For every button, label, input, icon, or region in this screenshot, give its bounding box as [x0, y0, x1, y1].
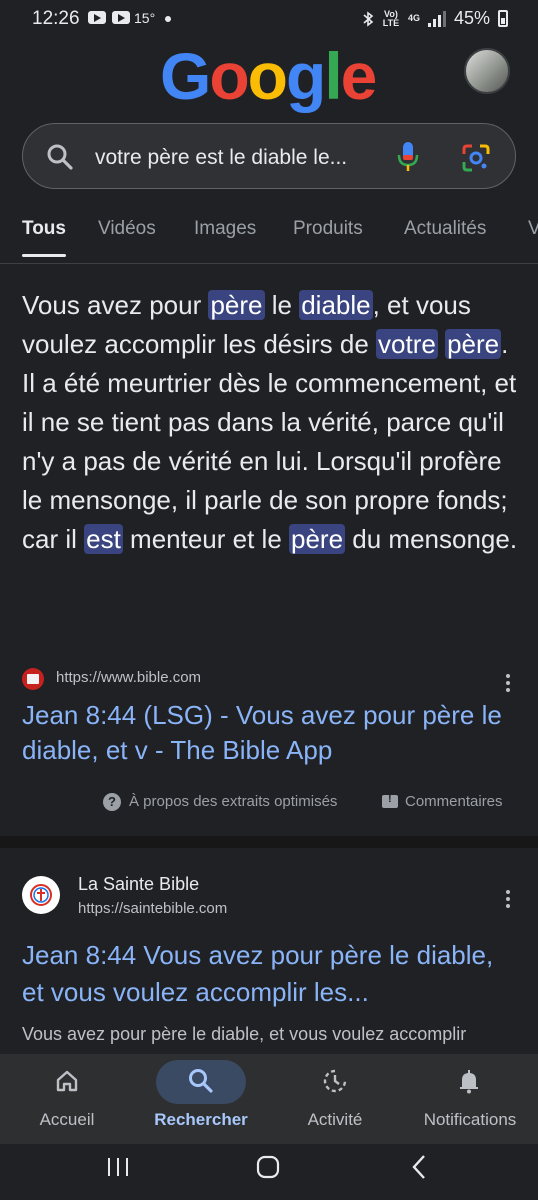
search-icon: [189, 1069, 213, 1093]
help-icon: ?: [103, 793, 121, 811]
nav-label: Activité: [307, 1110, 363, 1129]
feedback-icon: [382, 793, 398, 808]
sainte-bible-favicon: [22, 876, 60, 914]
home-button-icon[interactable]: [256, 1155, 280, 1179]
snippet-source[interactable]: https://www.bible.com: [22, 668, 522, 692]
logo-letter: l: [324, 39, 342, 113]
active-tab-indicator: [22, 254, 66, 257]
nav-accueil[interactable]: Accueil: [0, 1054, 134, 1144]
youtube-notification-icon: [88, 11, 106, 24]
nav-label: Rechercher: [154, 1110, 248, 1129]
snippet-text-segment: Vous avez pour: [22, 290, 209, 320]
snippet-text-segment: le: [264, 290, 300, 320]
highlighted-term: père: [289, 524, 346, 554]
tab-tous[interactable]: Tous: [22, 218, 66, 240]
result-url[interactable]: https://saintebible.com: [78, 900, 227, 917]
snippet-text-segment: du mensonge.: [345, 524, 518, 554]
network-type-label: 4G: [407, 13, 420, 23]
status-temperature: 15°: [134, 10, 156, 26]
signal-icon: [427, 10, 446, 27]
recent-apps-icon[interactable]: [106, 1156, 130, 1178]
logo-letter: o: [247, 39, 288, 113]
tab-videos[interactable]: Vidéos: [98, 218, 156, 240]
mic-icon[interactable]: [397, 141, 419, 173]
nav-rechercher[interactable]: Rechercher: [134, 1054, 268, 1144]
highlighted-term: père: [208, 290, 265, 320]
nav-label: Notifications: [423, 1110, 517, 1129]
nav-activite[interactable]: Activité: [268, 1054, 402, 1144]
feedback-link[interactable]: Commentaires: [405, 793, 503, 810]
notification-dot-icon: [165, 16, 171, 22]
highlighted-term: diable: [299, 290, 373, 320]
result-site-name[interactable]: La Sainte Bible: [78, 874, 199, 895]
more-options-icon[interactable]: [506, 890, 510, 908]
google-doodle-logo[interactable]: Google: [160, 39, 378, 113]
highlighted-term: votre: [376, 329, 438, 359]
bell-icon: [460, 1070, 478, 1094]
divider: [0, 263, 538, 264]
bottom-navigation: Accueil Rechercher Activité Notification…: [0, 1054, 538, 1144]
nav-notifications[interactable]: Notifications: [402, 1054, 538, 1144]
snippet-result-link[interactable]: Jean 8:44 (LSG) - Vous avez pour père le…: [22, 698, 522, 768]
back-icon[interactable]: [410, 1154, 428, 1180]
snippet-text-segment: menteur et le: [122, 524, 290, 554]
result-title-link[interactable]: Jean 8:44 Vous avez pour père le diable,…: [22, 937, 502, 1011]
about-featured-snippets-link[interactable]: À propos des extraits optimisés: [129, 793, 337, 810]
bible-app-favicon: [22, 668, 44, 690]
logo-letter: G: [160, 39, 211, 113]
logo-letter: e: [340, 39, 378, 113]
bluetooth-icon: [363, 10, 374, 27]
status-bar: 12:26 15° Vo) LTE 4G 45%: [0, 0, 538, 36]
snippet-footer: ? À propos des extraits optimisés Commen…: [100, 792, 520, 814]
snippet-source-url[interactable]: https://www.bible.com: [56, 669, 201, 686]
search-query[interactable]: votre père est le diable le...: [95, 146, 347, 170]
result-separator: [0, 836, 538, 848]
search-tabs: Tous Vidéos Images Produits Actualités V: [0, 214, 538, 262]
tab-produits[interactable]: Produits: [293, 218, 363, 240]
snippet-text-segment: [438, 329, 445, 359]
tab-actualites[interactable]: Actualités: [404, 218, 486, 240]
more-options-icon[interactable]: [506, 674, 510, 692]
highlighted-term: père: [445, 329, 502, 359]
lens-icon[interactable]: [461, 143, 491, 173]
result-description: Vous avez pour père le diable, et vous v…: [22, 1024, 467, 1044]
youtube-notification-icon: [112, 11, 130, 24]
account-avatar[interactable]: [464, 48, 510, 94]
nav-label: Accueil: [39, 1110, 95, 1129]
status-time: 12:26: [32, 8, 80, 29]
search-icon: [47, 144, 73, 170]
snippet-text-segment: . Il a été meurtrier dès le commencement…: [22, 329, 517, 554]
system-navigation-bar: [0, 1144, 538, 1200]
search-box[interactable]: votre père est le diable le...: [22, 123, 516, 189]
highlighted-term: est: [84, 524, 123, 554]
featured-snippet-text: Vous avez pour père le diable, et vous v…: [22, 286, 522, 559]
home-icon: [56, 1070, 78, 1092]
logo-letter: o: [209, 39, 249, 113]
volte-label: Vo) LTE: [382, 8, 400, 28]
battery-percent: 45%: [453, 8, 490, 28]
battery-icon: [498, 10, 508, 27]
tab-images[interactable]: Images: [194, 218, 256, 240]
tab-truncated[interactable]: V: [528, 218, 538, 240]
activity-icon: [323, 1069, 347, 1093]
logo-letter: g: [286, 39, 326, 113]
